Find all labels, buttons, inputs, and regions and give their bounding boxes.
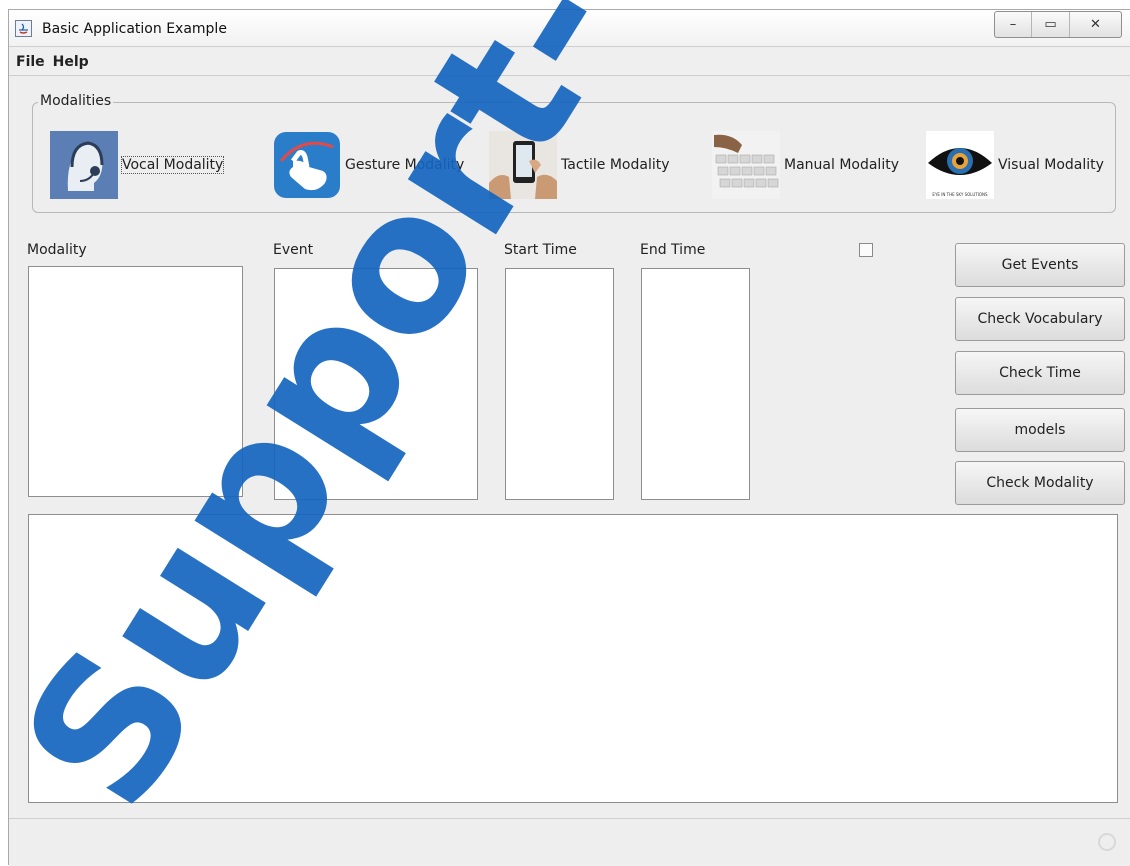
window-controls: – ▭ ✕ bbox=[994, 11, 1122, 38]
smartphone-hands-icon bbox=[489, 131, 557, 199]
main-window: Basic Application Example – ▭ ✕ File Hel… bbox=[8, 9, 1130, 866]
end-time-list[interactable] bbox=[641, 268, 750, 500]
option-checkbox[interactable] bbox=[859, 243, 873, 257]
manual-modality-item[interactable]: Manual Modality bbox=[712, 131, 899, 199]
window-title: Basic Application Example bbox=[42, 21, 227, 37]
java-app-icon bbox=[15, 20, 32, 37]
event-column-label: Event bbox=[273, 242, 314, 258]
end-time-column-label: End Time bbox=[640, 242, 706, 258]
tactile-modality-item[interactable]: Tactile Modality bbox=[489, 131, 670, 199]
start-time-list[interactable] bbox=[505, 268, 614, 500]
vocal-modality-item[interactable]: Vocal Modality bbox=[50, 131, 225, 199]
close-button[interactable]: ✕ bbox=[1069, 12, 1121, 37]
get-events-button[interactable]: Get Events bbox=[955, 243, 1125, 287]
modalities-legend: Modalities bbox=[38, 93, 114, 109]
busy-indicator-icon bbox=[1098, 833, 1116, 851]
menu-help[interactable]: Help bbox=[49, 54, 93, 70]
tactile-modality-label: Tactile Modality bbox=[561, 157, 670, 173]
start-time-column-label: Start Time bbox=[504, 242, 577, 258]
headset-operator-icon bbox=[50, 131, 118, 199]
eye-icon: EYE IN THE SKY SOLUTIONS bbox=[926, 131, 994, 199]
hand-swipe-icon bbox=[273, 131, 341, 199]
eye-logo-caption: EYE IN THE SKY SOLUTIONS bbox=[932, 192, 988, 197]
vocal-modality-label: Vocal Modality bbox=[120, 156, 225, 174]
output-text-area[interactable] bbox=[28, 514, 1118, 803]
gesture-modality-label: Gesture Modality bbox=[345, 157, 465, 173]
event-list[interactable] bbox=[274, 268, 478, 500]
maximize-button[interactable]: ▭ bbox=[1031, 12, 1069, 37]
visual-modality-label: Visual Modality bbox=[998, 157, 1104, 173]
modality-column-label: Modality bbox=[27, 242, 87, 258]
check-modality-button[interactable]: Check Modality bbox=[955, 461, 1125, 505]
check-vocabulary-button[interactable]: Check Vocabulary bbox=[955, 297, 1125, 341]
modalities-panel: Modalities Vocal Modality Gesture Modali… bbox=[32, 93, 1116, 213]
status-bar bbox=[9, 818, 1130, 866]
check-time-button[interactable]: Check Time bbox=[955, 351, 1125, 395]
keyboard-typing-icon bbox=[712, 131, 780, 199]
menu-file[interactable]: File bbox=[12, 54, 49, 70]
models-button[interactable]: models bbox=[955, 408, 1125, 452]
manual-modality-label: Manual Modality bbox=[784, 157, 899, 173]
menu-bar: File Help bbox=[9, 48, 1130, 76]
gesture-modality-item[interactable]: Gesture Modality bbox=[273, 131, 464, 199]
title-bar: Basic Application Example – ▭ ✕ bbox=[9, 10, 1130, 47]
modality-list[interactable] bbox=[28, 266, 243, 497]
minimize-button[interactable]: – bbox=[995, 12, 1031, 37]
visual-modality-item[interactable]: EYE IN THE SKY SOLUTIONS Visual Modality bbox=[926, 131, 1104, 199]
